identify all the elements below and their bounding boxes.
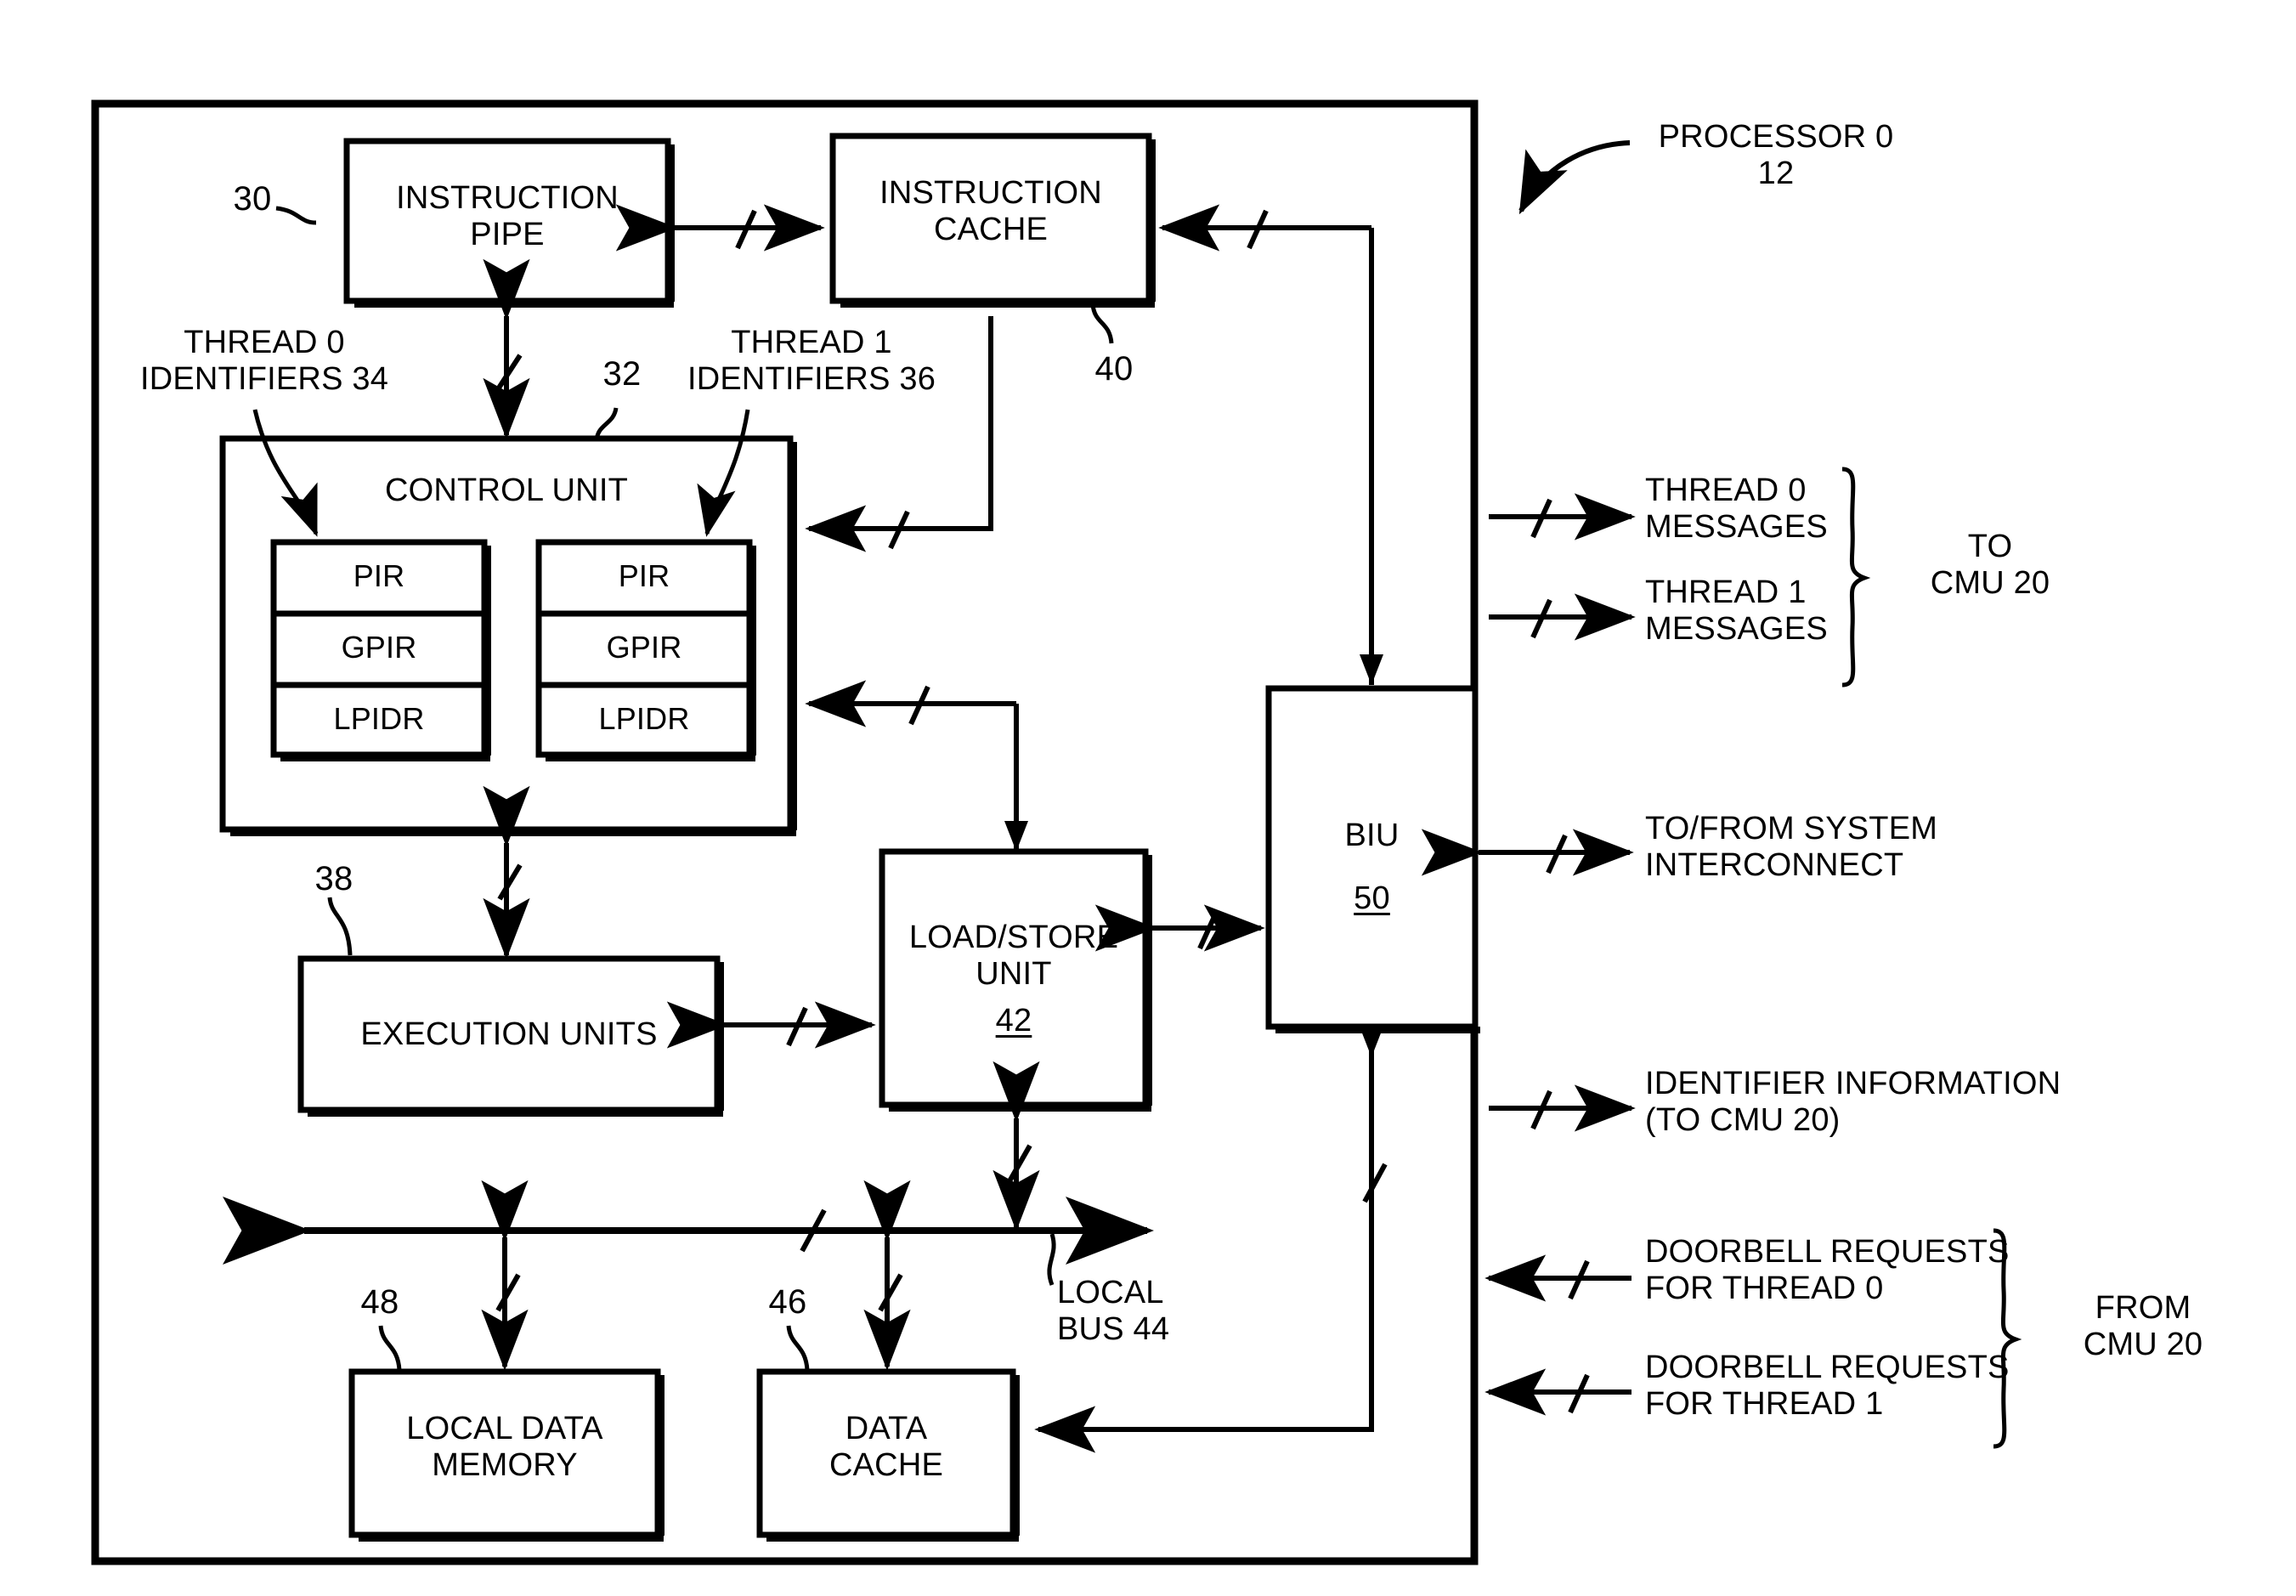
- brace-label-from-cmu-20: FROM CMU 20: [2083, 1290, 2203, 1362]
- biu-ref: 50: [1354, 880, 1390, 916]
- leader-local-bus-44: [1047, 1233, 1056, 1286]
- execution-units-label: EXECUTION UNITS: [360, 1016, 658, 1052]
- ref-46: 46: [768, 1283, 807, 1321]
- figure-canvas: PROCESSOR 0 12 30 INSTRUCTION PIPE INSTR…: [0, 0, 2296, 1596]
- ref-32: 32: [602, 355, 642, 393]
- thread1-identifiers-callout: THREAD 1 IDENTIFIERS 36: [687, 325, 936, 397]
- leader-30: [275, 206, 317, 225]
- thread1-register-gpir: GPIR: [606, 630, 682, 665]
- thread0-register-gpir: GPIR: [341, 630, 417, 665]
- thread1-register-pir: PIR: [618, 558, 670, 593]
- ref-40: 40: [1094, 350, 1134, 388]
- signal-label-system-interconnect: TO/FROM SYSTEM INTERCONNECT: [1645, 811, 1938, 883]
- ref-48: 48: [360, 1283, 399, 1321]
- slash-biu-datacache: [1362, 1163, 1388, 1203]
- signal-label-identifier-information: IDENTIFIER INFORMATION (TO CMU 20): [1645, 1066, 2061, 1138]
- arrowhead-biu-bottom: [1360, 1027, 1383, 1057]
- leader-40: [1090, 303, 1114, 344]
- instruction-cache-label: INSTRUCTION CACHE: [879, 175, 1102, 247]
- ref-38: 38: [314, 860, 353, 897]
- leader-46: [786, 1325, 810, 1371]
- slash-localbus-ldm: [495, 1273, 521, 1312]
- arrowhead-into-biu-top: [1360, 654, 1383, 685]
- instruction-pipe-label: INSTRUCTION PIPE: [396, 180, 619, 252]
- callout-processor-0: [1518, 140, 1631, 215]
- leader-32: [594, 407, 619, 441]
- load-store-unit-ref: 42: [995, 1003, 1032, 1039]
- arrowhead-into-lsu-top: [1004, 821, 1028, 852]
- thread0-register-pir: PIR: [353, 558, 405, 593]
- thread0-identifiers-callout: THREAD 0 IDENTIFIERS 34: [139, 325, 389, 397]
- processor-title-callout: PROCESSOR 0 12: [1658, 119, 1894, 191]
- biu-label: BIU: [1344, 818, 1400, 853]
- leader-48: [378, 1325, 402, 1371]
- data-cache-label: DATA CACHE: [828, 1411, 944, 1483]
- load-store-unit-label: LOAD/STORE UNIT: [908, 920, 1119, 992]
- ref-30: 30: [233, 180, 272, 218]
- slash-lsu-localbus: [1007, 1144, 1032, 1183]
- biu-box: [1265, 685, 1479, 1030]
- thread1-register-lpidr: LPIDR: [598, 701, 690, 736]
- slash-cu-eu: [497, 863, 523, 901]
- brace-label-to-cmu-20: TO CMU 20: [1930, 529, 2050, 601]
- control-unit-label: CONTROL UNIT: [385, 473, 628, 508]
- leader-38: [327, 897, 353, 956]
- slash-localbus-datacache: [878, 1273, 903, 1312]
- local-data-memory-label: LOCAL DATA MEMORY: [406, 1411, 603, 1483]
- thread0-register-lpidr: LPIDR: [333, 701, 425, 736]
- local-bus-label: LOCAL BUS 44: [1057, 1275, 1170, 1347]
